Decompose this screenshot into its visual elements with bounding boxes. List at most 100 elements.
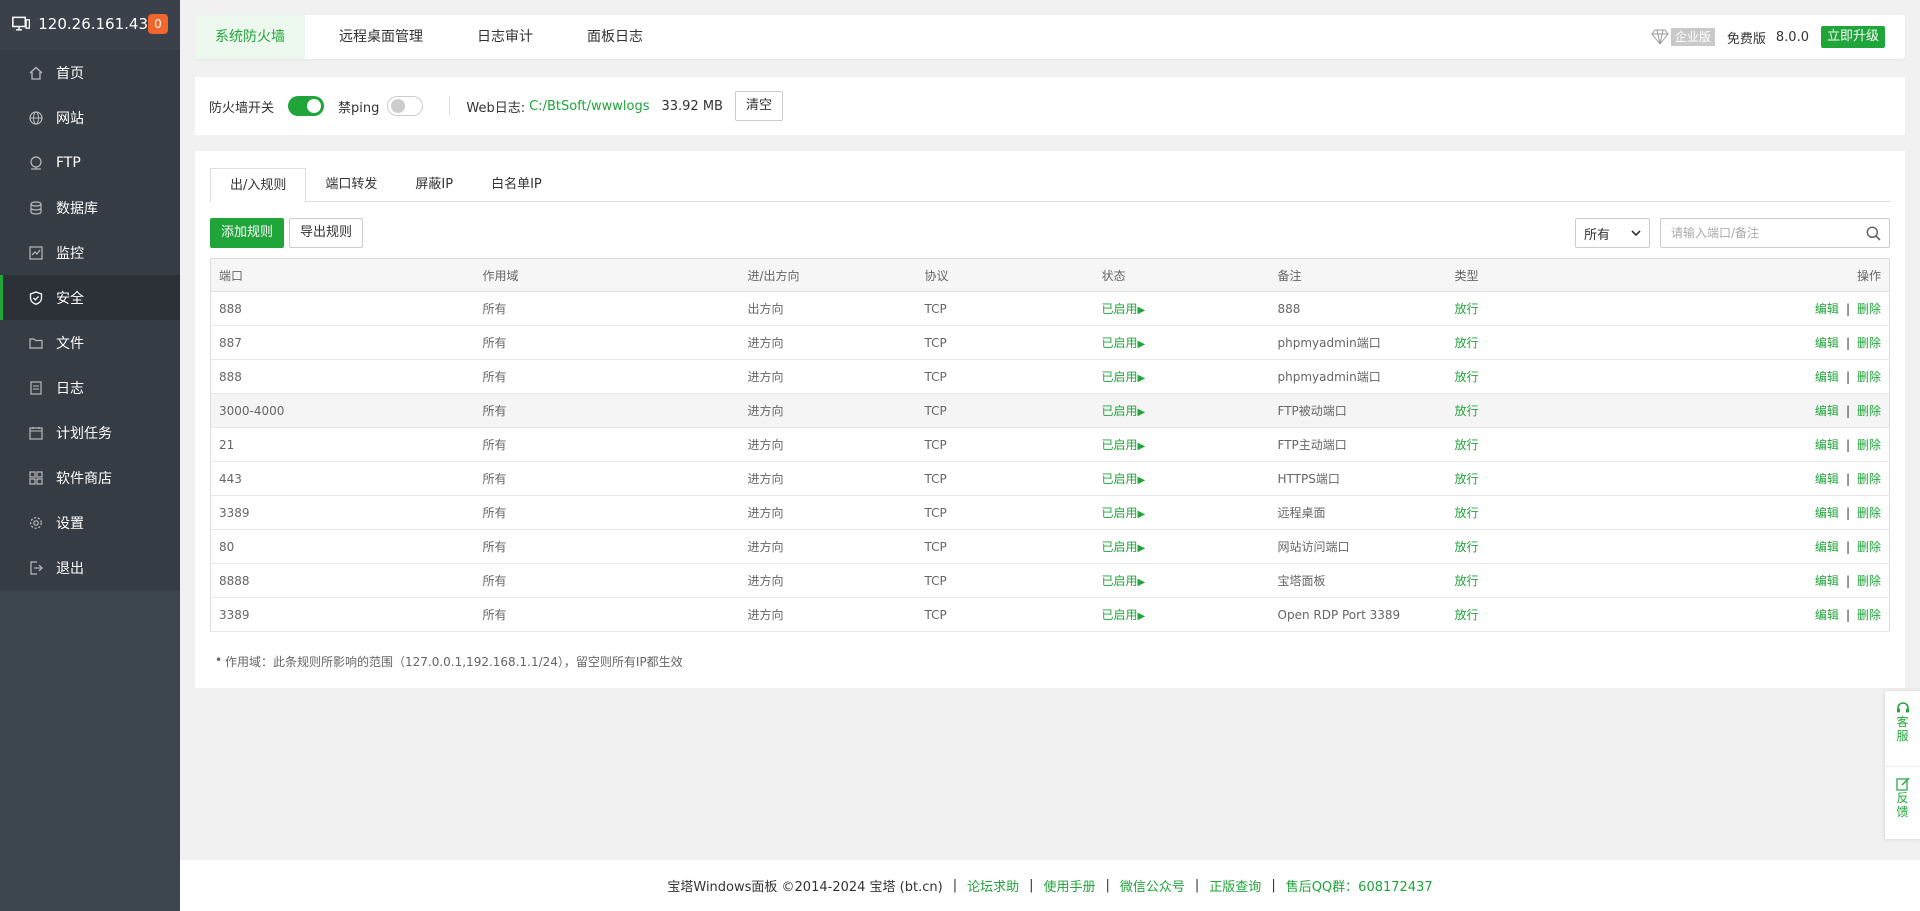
customer-service-button[interactable]: 客 服: [1885, 691, 1920, 766]
version-info: 企业版 免费版 8.0.0 立即升级: [1651, 26, 1885, 48]
footer-link-license[interactable]: 正版查询: [1209, 876, 1261, 895]
ping-toggle[interactable]: [387, 96, 424, 116]
firewall-switch-bar: 防火墙开关 禁ping Web日志: C:/BtSoft/wwwlogs 33.…: [195, 77, 1905, 135]
footer-link-manual[interactable]: 使用手册: [1043, 876, 1095, 895]
edit-link[interactable]: 编辑: [1815, 370, 1839, 384]
col-operation: 操作: [1646, 258, 1890, 292]
edit-link[interactable]: 编辑: [1815, 472, 1839, 486]
edit-link[interactable]: 编辑: [1815, 608, 1839, 622]
search-icon[interactable]: [1866, 226, 1881, 241]
cell-port: 8888: [210, 563, 475, 598]
footer-link-wechat[interactable]: 微信公众号: [1120, 876, 1185, 895]
notification-badge[interactable]: 0: [148, 14, 168, 34]
col-port: 端口: [210, 258, 475, 292]
firewall-toggle[interactable]: [288, 96, 325, 116]
sidebar-item-label: 监控: [56, 245, 84, 262]
tab-port-forward[interactable]: 端口转发: [306, 168, 396, 202]
op-separator: |: [1845, 336, 1850, 350]
cell-status[interactable]: 已启用▶: [1093, 461, 1270, 496]
delete-link[interactable]: 删除: [1857, 472, 1881, 486]
cell-status[interactable]: 已启用▶: [1093, 597, 1270, 632]
sidebar-item-logs[interactable]: 日志: [0, 365, 180, 410]
add-rule-button[interactable]: 添加规则: [210, 218, 285, 248]
gear-icon: [28, 515, 44, 531]
sidebar-item-home[interactable]: 首页: [0, 50, 180, 95]
cell-status[interactable]: 已启用▶: [1093, 359, 1270, 394]
cell-type: 放行: [1446, 291, 1647, 326]
edit-link[interactable]: 编辑: [1815, 540, 1839, 554]
sidebar-item-database[interactable]: 数据库: [0, 185, 180, 230]
cell-remark: FTP主动端口: [1269, 427, 1447, 462]
sidebar-item-logout[interactable]: 退出: [0, 545, 180, 590]
export-rule-button[interactable]: 导出规则: [289, 218, 364, 248]
cell-direction: 进方向: [739, 359, 917, 394]
delete-link[interactable]: 删除: [1857, 370, 1881, 384]
cell-scope: 所有: [474, 461, 740, 496]
edit-link[interactable]: 编辑: [1815, 574, 1839, 588]
cell-status[interactable]: 已启用▶: [1093, 325, 1270, 360]
sidebar-item-ftp[interactable]: FTP: [0, 140, 180, 185]
scope-filter-select[interactable]: 所有: [1575, 218, 1650, 248]
tab-block-ip[interactable]: 屏蔽IP: [396, 168, 472, 202]
tab-whitelist-ip[interactable]: 白名单IP: [472, 168, 561, 202]
edit-link[interactable]: 编辑: [1815, 404, 1839, 418]
cell-protocol: TCP: [916, 461, 1094, 496]
cell-status[interactable]: 已启用▶: [1093, 427, 1270, 462]
tab-log-audit[interactable]: 日志审计: [457, 15, 553, 59]
sidebar-item-website[interactable]: 网站: [0, 95, 180, 140]
cell-port: 21: [210, 427, 475, 462]
cell-status[interactable]: 已启用▶: [1093, 393, 1270, 428]
delete-link[interactable]: 删除: [1857, 438, 1881, 452]
play-icon: ▶: [1137, 543, 1146, 554]
cell-protocol: TCP: [916, 563, 1094, 598]
cell-status[interactable]: 已启用▶: [1093, 529, 1270, 564]
footer-link-forum[interactable]: 论坛求助: [967, 876, 1019, 895]
tab-in-out-rules[interactable]: 出/入规则: [210, 168, 307, 203]
delete-link[interactable]: 删除: [1857, 540, 1881, 554]
delete-link[interactable]: 删除: [1857, 404, 1881, 418]
sidebar-item-security[interactable]: 安全: [0, 275, 180, 320]
table-row: 887 所有 进方向 TCP 已启用▶ phpmyadmin端口 放行 编辑 | 删除: [210, 325, 1890, 360]
tab-remote-desktop[interactable]: 远程桌面管理: [319, 15, 443, 59]
edit-link[interactable]: 编辑: [1815, 438, 1839, 452]
top-tabs-bar: 系统防火墙 远程桌面管理 日志审计 面板日志 企业版 免费版 8.0.0 立即升…: [195, 15, 1905, 59]
clear-log-button[interactable]: 清空: [734, 91, 783, 121]
sidebar-item-label: 首页: [56, 65, 84, 82]
upgrade-button[interactable]: 立即升级: [1820, 26, 1885, 48]
sidebar-item-files[interactable]: 文件: [0, 320, 180, 365]
sidebar-item-monitor[interactable]: 监控: [0, 230, 180, 275]
sidebar-item-cron[interactable]: 计划任务: [0, 410, 180, 455]
cell-protocol: TCP: [916, 529, 1094, 564]
cell-protocol: TCP: [916, 495, 1094, 530]
delete-link[interactable]: 删除: [1857, 574, 1881, 588]
delete-link[interactable]: 删除: [1857, 608, 1881, 622]
delete-link[interactable]: 删除: [1857, 336, 1881, 350]
chevron-down-icon: [1631, 230, 1641, 236]
tab-system-firewall[interactable]: 系统防火墙: [195, 15, 305, 59]
edit-link[interactable]: 编辑: [1815, 336, 1839, 350]
delete-link[interactable]: 删除: [1857, 302, 1881, 316]
op-separator: |: [1845, 370, 1850, 384]
cell-status[interactable]: 已启用▶: [1093, 495, 1270, 530]
play-icon: ▶: [1137, 509, 1146, 520]
cell-status[interactable]: 已启用▶: [1093, 291, 1270, 326]
cell-port: 888: [210, 359, 475, 394]
op-separator: |: [1845, 472, 1850, 486]
edit-link[interactable]: 编辑: [1815, 506, 1839, 520]
edit-icon: [1895, 777, 1909, 791]
footer-link-qq-group[interactable]: 售后QQ群：608172437: [1286, 876, 1433, 895]
enterprise-badge[interactable]: 企业版: [1651, 28, 1715, 46]
sidebar-item-store[interactable]: 软件商店: [0, 455, 180, 500]
floating-help: 客 服 反 馈: [1884, 690, 1920, 840]
sidebar-item-settings[interactable]: 设置: [0, 500, 180, 545]
table-row: 3389 所有 进方向 TCP 已启用▶ Open RDP Port 3389 放行 编辑 | 删…: [210, 597, 1890, 632]
edit-link[interactable]: 编辑: [1815, 302, 1839, 316]
cell-port: 443: [210, 461, 475, 496]
cell-status[interactable]: 已启用▶: [1093, 563, 1270, 598]
cell-type: 放行: [1446, 359, 1647, 394]
delete-link[interactable]: 删除: [1857, 506, 1881, 520]
search-input[interactable]: [1671, 226, 1861, 240]
tab-panel-log[interactable]: 面板日志: [567, 15, 663, 59]
weblog-path-link[interactable]: C:/BtSoft/wwwlogs: [529, 99, 649, 114]
feedback-button[interactable]: 反 馈: [1885, 766, 1920, 841]
